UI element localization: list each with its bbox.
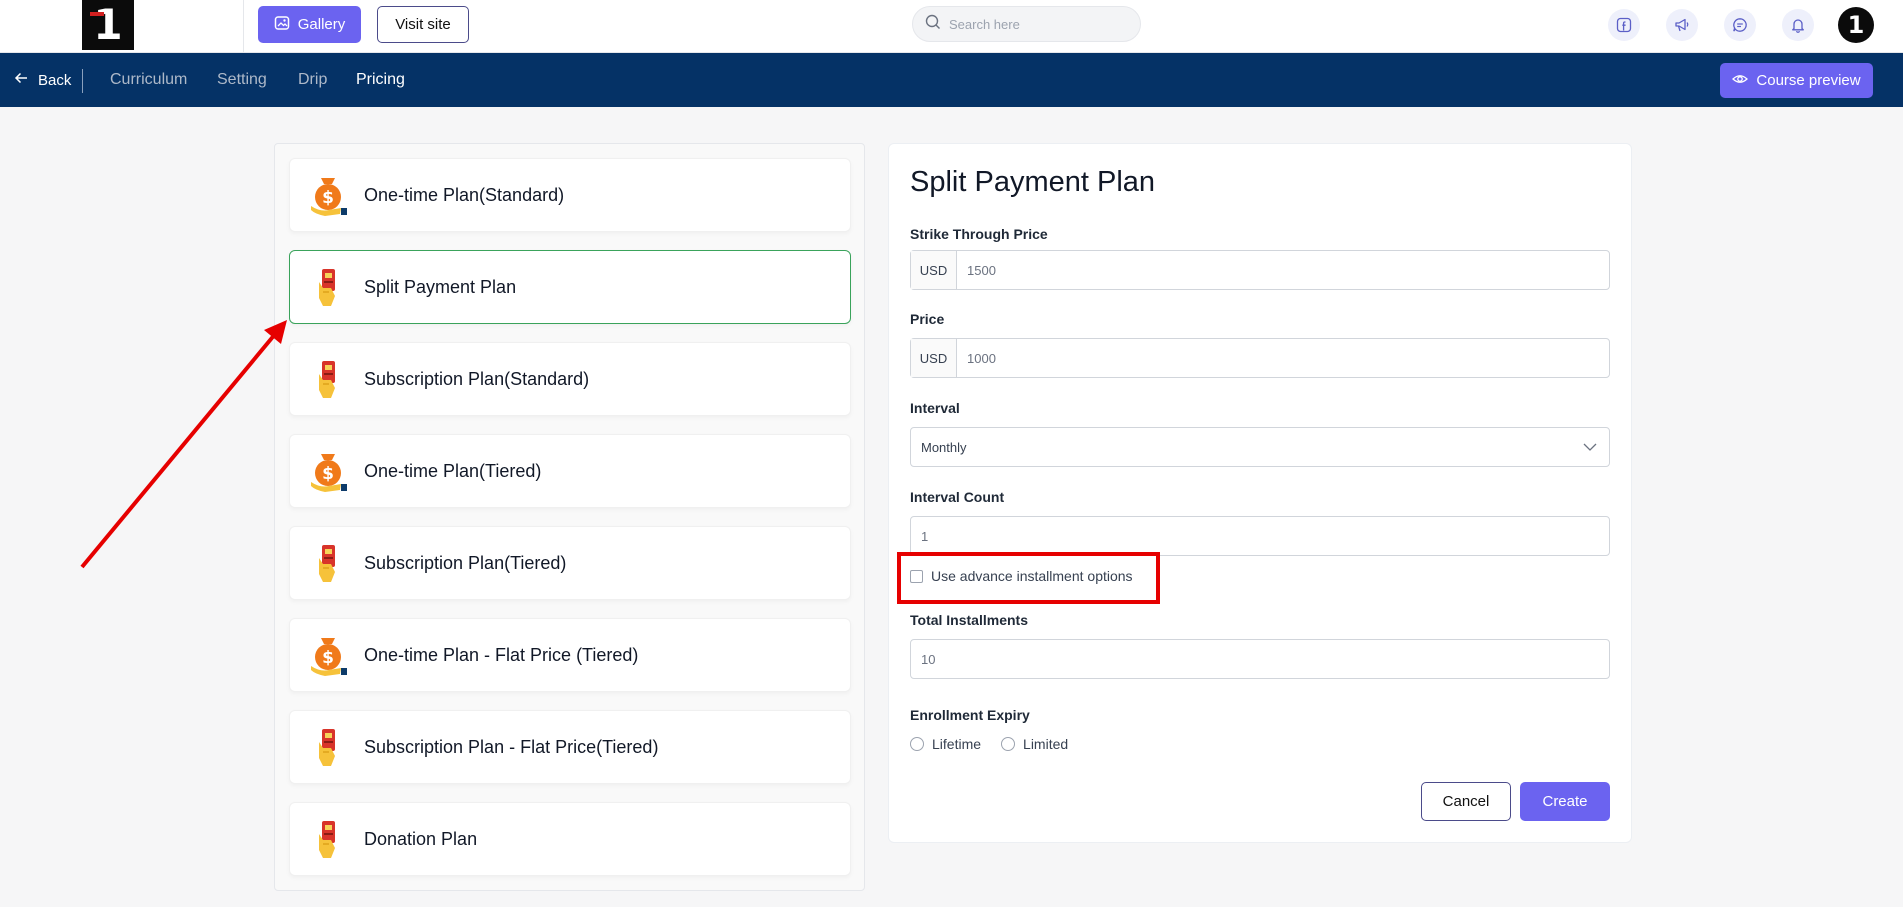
- interval-count-input[interactable]: [911, 517, 1609, 555]
- search-input[interactable]: [949, 16, 1119, 32]
- create-label: Create: [1542, 793, 1588, 810]
- strike-price-input[interactable]: [957, 251, 1609, 289]
- back-button[interactable]: Back: [14, 53, 71, 107]
- cancel-button[interactable]: Cancel: [1421, 782, 1511, 821]
- create-button[interactable]: Create: [1520, 782, 1610, 821]
- eye-icon: [1732, 71, 1749, 91]
- plan-label: Subscription Plan(Tiered): [364, 552, 567, 573]
- card-hand-icon: [304, 815, 352, 863]
- plan-card-donation[interactable]: Donation Plan: [289, 802, 851, 876]
- radio-button[interactable]: [1001, 737, 1016, 751]
- plan-label: Subscription Plan - Flat Price(Tiered): [364, 736, 659, 757]
- card-hand-icon: [304, 723, 352, 771]
- plan-label: Split Payment Plan: [364, 276, 517, 297]
- price-label: Price: [910, 311, 945, 327]
- interval-select[interactable]: Monthly: [910, 427, 1610, 467]
- plan-card-one-time-tiered[interactable]: $ One-time Plan(Tiered): [289, 434, 851, 508]
- arrow-left-icon: [14, 71, 28, 89]
- svg-text:$: $: [322, 648, 334, 668]
- currency-prefix: USD: [911, 339, 957, 377]
- logo[interactable]: 1: [82, 0, 134, 50]
- total-installments-label: Total Installments: [910, 612, 1028, 628]
- svg-text:$: $: [322, 464, 334, 484]
- price-input[interactable]: [957, 339, 1609, 377]
- total-installments-input[interactable]: [911, 640, 1609, 678]
- plan-card-subscription-standard[interactable]: Subscription Plan(Standard): [289, 342, 851, 416]
- expiry-option-limited[interactable]: Limited: [1001, 736, 1068, 752]
- interval-value: Monthly: [921, 439, 967, 455]
- plan-label: Subscription Plan(Standard): [364, 368, 590, 389]
- search-icon: [925, 14, 941, 35]
- interval-count-label: Interval Count: [910, 489, 1005, 505]
- plan-label: Donation Plan: [364, 828, 478, 849]
- expiry-option-lifetime[interactable]: Lifetime: [910, 736, 981, 752]
- megaphone-icon[interactable]: [1666, 9, 1698, 41]
- card-hand-icon: [304, 263, 352, 311]
- form-title: Split Payment Plan: [910, 166, 1156, 198]
- back-label: Back: [38, 71, 72, 89]
- interval-count-field[interactable]: [910, 516, 1610, 556]
- course-nav-bar: Back Curriculum Setting Drip Pricing Cou…: [0, 53, 1903, 107]
- plan-list: $ One-time Plan(Standard) Split Payment …: [274, 143, 865, 891]
- gallery-icon: [274, 15, 290, 35]
- visit-site-label: Visit site: [395, 16, 451, 33]
- search-box[interactable]: [912, 6, 1141, 42]
- chevron-down-icon: [1583, 440, 1597, 455]
- tab-setting[interactable]: Setting: [217, 53, 267, 107]
- cancel-label: Cancel: [1442, 793, 1490, 810]
- radio-button[interactable]: [910, 737, 924, 751]
- plan-card-split-payment[interactable]: Split Payment Plan: [289, 250, 851, 324]
- enrollment-expiry-options: Lifetime Limited: [910, 736, 1068, 752]
- bell-icon[interactable]: [1782, 9, 1814, 41]
- price-field[interactable]: USD: [910, 338, 1610, 378]
- interval-label: Interval: [910, 400, 960, 416]
- plan-label: One-time Plan(Tiered): [364, 460, 542, 481]
- expiry-option-label: Limited: [1023, 736, 1069, 752]
- plan-label: One-time Plan(Standard): [364, 184, 565, 205]
- top-bar: 1 Gallery Visit site 1: [0, 0, 1903, 53]
- enrollment-expiry-label: Enrollment Expiry: [910, 707, 1030, 723]
- divider: [243, 0, 244, 53]
- currency-prefix: USD: [911, 251, 957, 289]
- plan-label: One-time Plan - Flat Price (Tiered): [364, 644, 639, 665]
- plan-card-subscription-flat-tiered[interactable]: Subscription Plan - Flat Price(Tiered): [289, 710, 851, 784]
- gallery-label: Gallery: [297, 16, 346, 33]
- logo-mark: [90, 12, 104, 16]
- course-preview-button[interactable]: Course preview: [1720, 63, 1873, 98]
- strike-price-field[interactable]: USD: [910, 250, 1610, 290]
- visit-site-button[interactable]: Visit site: [377, 6, 469, 43]
- plan-card-subscription-tiered[interactable]: Subscription Plan(Tiered): [289, 526, 851, 600]
- strike-price-label: Strike Through Price: [910, 226, 1048, 242]
- avatar-text: 1: [1847, 11, 1865, 39]
- gallery-button[interactable]: Gallery: [258, 6, 361, 43]
- card-hand-icon: [304, 539, 352, 587]
- money-bag-icon: $: [304, 631, 352, 679]
- tab-curriculum[interactable]: Curriculum: [110, 53, 187, 107]
- course-preview-label: Course preview: [1756, 72, 1861, 89]
- tab-pricing[interactable]: Pricing: [356, 53, 405, 107]
- card-hand-icon: [304, 355, 352, 403]
- chat-icon[interactable]: [1724, 9, 1756, 41]
- plan-card-one-time-standard[interactable]: $ One-time Plan(Standard): [289, 158, 851, 232]
- plan-form: Split Payment Plan Strike Through Price …: [888, 143, 1632, 843]
- annotation-highlight-box: [897, 552, 1160, 604]
- avatar[interactable]: 1: [1838, 7, 1874, 43]
- expiry-option-label: Lifetime: [932, 736, 982, 752]
- total-installments-field[interactable]: [910, 639, 1610, 679]
- money-bag-icon: $: [304, 447, 352, 495]
- divider: [82, 69, 83, 93]
- money-bag-icon: $: [304, 171, 352, 219]
- facebook-icon[interactable]: [1608, 9, 1640, 41]
- logo-text: 1: [93, 0, 123, 49]
- plan-card-one-time-flat-tiered[interactable]: $ One-time Plan - Flat Price (Tiered): [289, 618, 851, 692]
- tab-drip[interactable]: Drip: [298, 53, 327, 107]
- svg-text:$: $: [322, 188, 334, 208]
